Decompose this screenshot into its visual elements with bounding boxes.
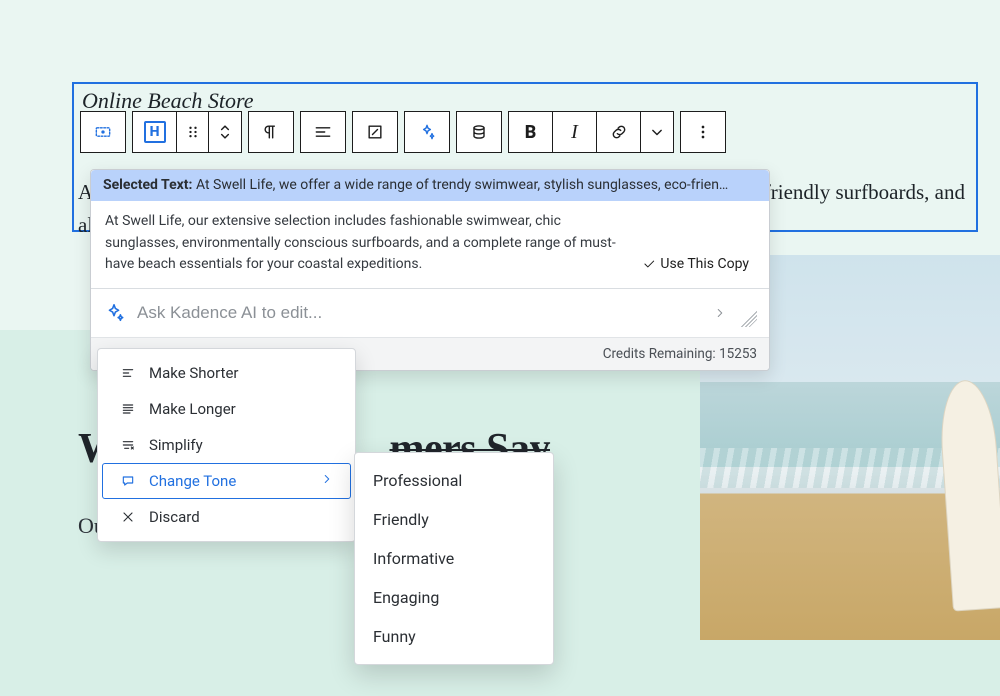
ai-suggestion-row: At Swell Life, our extensive selection i… [91,201,769,289]
ai-actions-menu: Make Shorter Make Longer Simplify Change… [97,348,356,542]
ai-input-row [91,289,769,337]
bold-button[interactable]: B [509,112,553,152]
action-label: Make Shorter [149,364,334,382]
ai-selected-text: At Swell Life, we offer a wide range of … [196,177,728,193]
tone-submenu: Professional Friendly Informative Engagi… [354,452,554,665]
select-parent-button[interactable] [81,112,125,152]
options-button[interactable] [681,112,725,152]
action-label: Change Tone [149,472,308,490]
credits-label: Credits Remaining: [603,346,716,362]
block-type-heading-button[interactable]: H [133,112,177,152]
tone-funny[interactable]: Funny [355,617,553,656]
chevron-right-icon [320,472,334,490]
ai-selected-label: Selected Text: [103,177,192,193]
tone-professional[interactable]: Professional [355,461,553,500]
tone-friendly[interactable]: Friendly [355,500,553,539]
ai-suggestion-text: At Swell Life, our extensive selection i… [105,211,622,276]
drag-handle[interactable] [177,112,209,152]
sparkle-icon [103,302,125,324]
lines-narrow-icon [119,365,137,381]
action-simplify[interactable]: Simplify [102,427,351,463]
align-button[interactable] [301,112,345,152]
tone-engaging[interactable]: Engaging [355,578,553,617]
action-discard[interactable]: Discard [102,499,351,535]
data-source-button[interactable] [457,112,501,152]
action-label: Simplify [149,436,334,454]
ai-sparkle-button[interactable] [405,112,449,152]
use-this-copy-button[interactable]: Use This Copy [636,252,755,276]
x-icon [119,509,137,525]
credits-value: 15253 [719,346,757,362]
action-label: Discard [149,508,334,526]
use-this-copy-label: Use This Copy [660,256,749,272]
surfboard-decoration [937,378,1000,611]
more-inline-button[interactable] [641,112,673,152]
action-make-shorter[interactable]: Make Shorter [102,355,351,391]
move-up-down-button[interactable] [209,112,241,152]
lines-wide-icon [119,401,137,417]
action-label: Make Longer [149,400,334,418]
chat-icon [119,473,137,489]
paragraph-button[interactable] [249,112,293,152]
action-change-tone[interactable]: Change Tone [102,463,351,499]
block-toolbar: H B I [80,111,726,153]
aspect-button[interactable] [353,112,397,152]
tone-informative[interactable]: Informative [355,539,553,578]
ai-prompt-input[interactable] [137,299,699,327]
simplify-icon [119,437,137,453]
ai-selected-text-row: Selected Text: At Swell Life, we offer a… [91,170,769,201]
ai-popover: Selected Text: At Swell Life, we offer a… [90,169,770,371]
link-button[interactable] [597,112,641,152]
ai-submit-chevron[interactable] [711,306,729,320]
italic-button[interactable]: I [553,112,597,152]
action-make-longer[interactable]: Make Longer [102,391,351,427]
resize-handle-icon[interactable] [741,311,757,327]
heading-icon: H [144,121,166,143]
check-icon [642,257,656,271]
